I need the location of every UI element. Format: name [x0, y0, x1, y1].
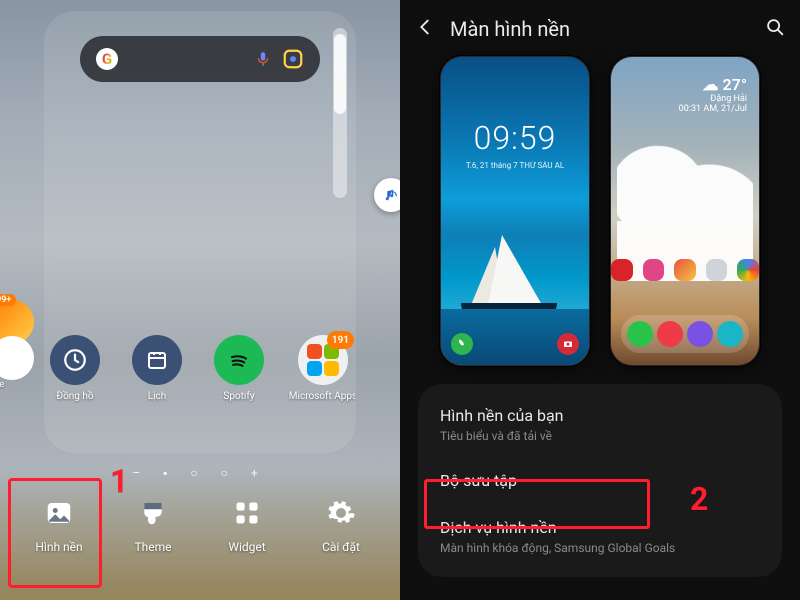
- google-lens-icon[interactable]: [282, 48, 304, 70]
- page-title: Màn hình nền: [450, 17, 750, 41]
- microphone-icon[interactable]: [254, 50, 272, 68]
- gear-icon: [324, 496, 358, 530]
- app-icon: [737, 259, 759, 281]
- music-toggle-icon[interactable]: [374, 178, 400, 212]
- widget-button[interactable]: Widget: [204, 486, 290, 562]
- options-card: Hình nền của bạn Tiêu biểu và đã tải về …: [418, 384, 782, 577]
- adjacent-page-peek: 999+ igle: [0, 300, 34, 390]
- app-icon: [643, 259, 665, 281]
- wallpaper-previews: 09:59 T.6, 21 tháng 7 THỨ SÁU AL ☁ 27° Đ…: [400, 52, 800, 384]
- app-label: Spotify: [223, 391, 254, 402]
- app-label: Lịch: [148, 391, 167, 402]
- phone-icon: [451, 333, 473, 355]
- dock-icon: [657, 321, 683, 347]
- page-indicator: – ▪ ○ ○ +: [132, 466, 267, 480]
- spotify-icon: [214, 335, 264, 385]
- peek-label: igle: [0, 380, 34, 390]
- gallery-option[interactable]: Bộ sưu tập: [418, 457, 782, 504]
- google-logo-icon: G: [96, 48, 118, 70]
- lockscreen-clock: 09:59 T.6, 21 tháng 7 THỨ SÁU AL: [441, 119, 589, 170]
- wallpaper-service-option[interactable]: Dịch vụ hình nền Màn hình khóa động, Sam…: [418, 504, 782, 569]
- weather-widget: ☁ 27° Đặng Hải 00:31 AM, 21/Jul: [679, 75, 747, 114]
- toolbar-label: Hình nền: [35, 540, 82, 554]
- wallpaper-settings-panel: Màn hình nền 09:59 T.6, 21 tháng 7 THỨ S…: [400, 0, 800, 600]
- app-icon: [706, 259, 728, 281]
- brush-icon: [136, 496, 170, 530]
- camera-icon: [557, 333, 579, 355]
- scrollbar[interactable]: [333, 28, 347, 198]
- google-search-bar[interactable]: G: [80, 36, 320, 82]
- app-row: Đồng hồ Lịch Spotify: [45, 335, 355, 402]
- image-icon: [42, 496, 76, 530]
- preview-area: G Đồng hồ: [0, 0, 400, 478]
- app-clock[interactable]: Đồng hồ: [45, 335, 105, 402]
- lockscreen-preview[interactable]: 09:59 T.6, 21 tháng 7 THỨ SÁU AL: [440, 56, 590, 366]
- step-number: 1: [110, 462, 128, 500]
- notification-badge: 999+: [0, 294, 16, 306]
- toolbar-label: Widget: [228, 540, 265, 554]
- settings-button[interactable]: Cài đặt: [298, 486, 384, 562]
- option-subtitle: Tiêu biểu và đã tải về: [440, 429, 760, 443]
- clock-icon: [50, 335, 100, 385]
- calendar-icon: [132, 335, 182, 385]
- step-number: 2: [690, 480, 708, 518]
- microsoft-apps-icon: 191: [298, 335, 348, 385]
- option-title: Bộ sưu tập: [440, 471, 760, 490]
- option-title: Hình nền của bạn: [440, 406, 760, 425]
- option-subtitle: Màn hình khóa động, Samsung Global Goals: [440, 541, 760, 555]
- app-icon: [674, 259, 696, 281]
- home-app-row: [611, 259, 759, 281]
- toolbar-label: Theme: [134, 540, 171, 554]
- home-editor-toolbar: Hình nền Theme Widget Cài đặt: [0, 478, 400, 600]
- app-icon: [611, 259, 633, 281]
- widgets-icon: [230, 496, 264, 530]
- home-screen-preview[interactable]: G Đồng hồ: [45, 12, 355, 452]
- app-label: Đồng hồ: [56, 391, 93, 402]
- app-microsoft[interactable]: 191 Microsoft Apps: [291, 335, 355, 402]
- toolbar-label: Cài đặt: [322, 540, 360, 554]
- dock-icon: [717, 321, 743, 347]
- home-dock: [621, 315, 749, 353]
- home-editor-panel: G Đồng hồ: [0, 0, 400, 600]
- your-wallpapers-option[interactable]: Hình nền của bạn Tiêu biểu và đã tải về: [418, 392, 782, 457]
- app-calendar[interactable]: Lịch: [127, 335, 187, 402]
- dock-icon: [627, 321, 653, 347]
- app-spotify[interactable]: Spotify: [209, 335, 269, 402]
- app-label: Microsoft Apps: [289, 391, 355, 402]
- option-title: Dịch vụ hình nền: [440, 518, 760, 537]
- dock-icon: [687, 321, 713, 347]
- wallpaper-button[interactable]: Hình nền: [16, 486, 102, 562]
- notification-badge: 191: [327, 331, 354, 349]
- peek-app-icon: [0, 336, 34, 380]
- search-button[interactable]: [764, 16, 786, 42]
- back-button[interactable]: [414, 16, 436, 42]
- homescreen-preview[interactable]: ☁ 27° Đặng Hải 00:31 AM, 21/Jul: [610, 56, 760, 366]
- header: Màn hình nền: [400, 0, 800, 52]
